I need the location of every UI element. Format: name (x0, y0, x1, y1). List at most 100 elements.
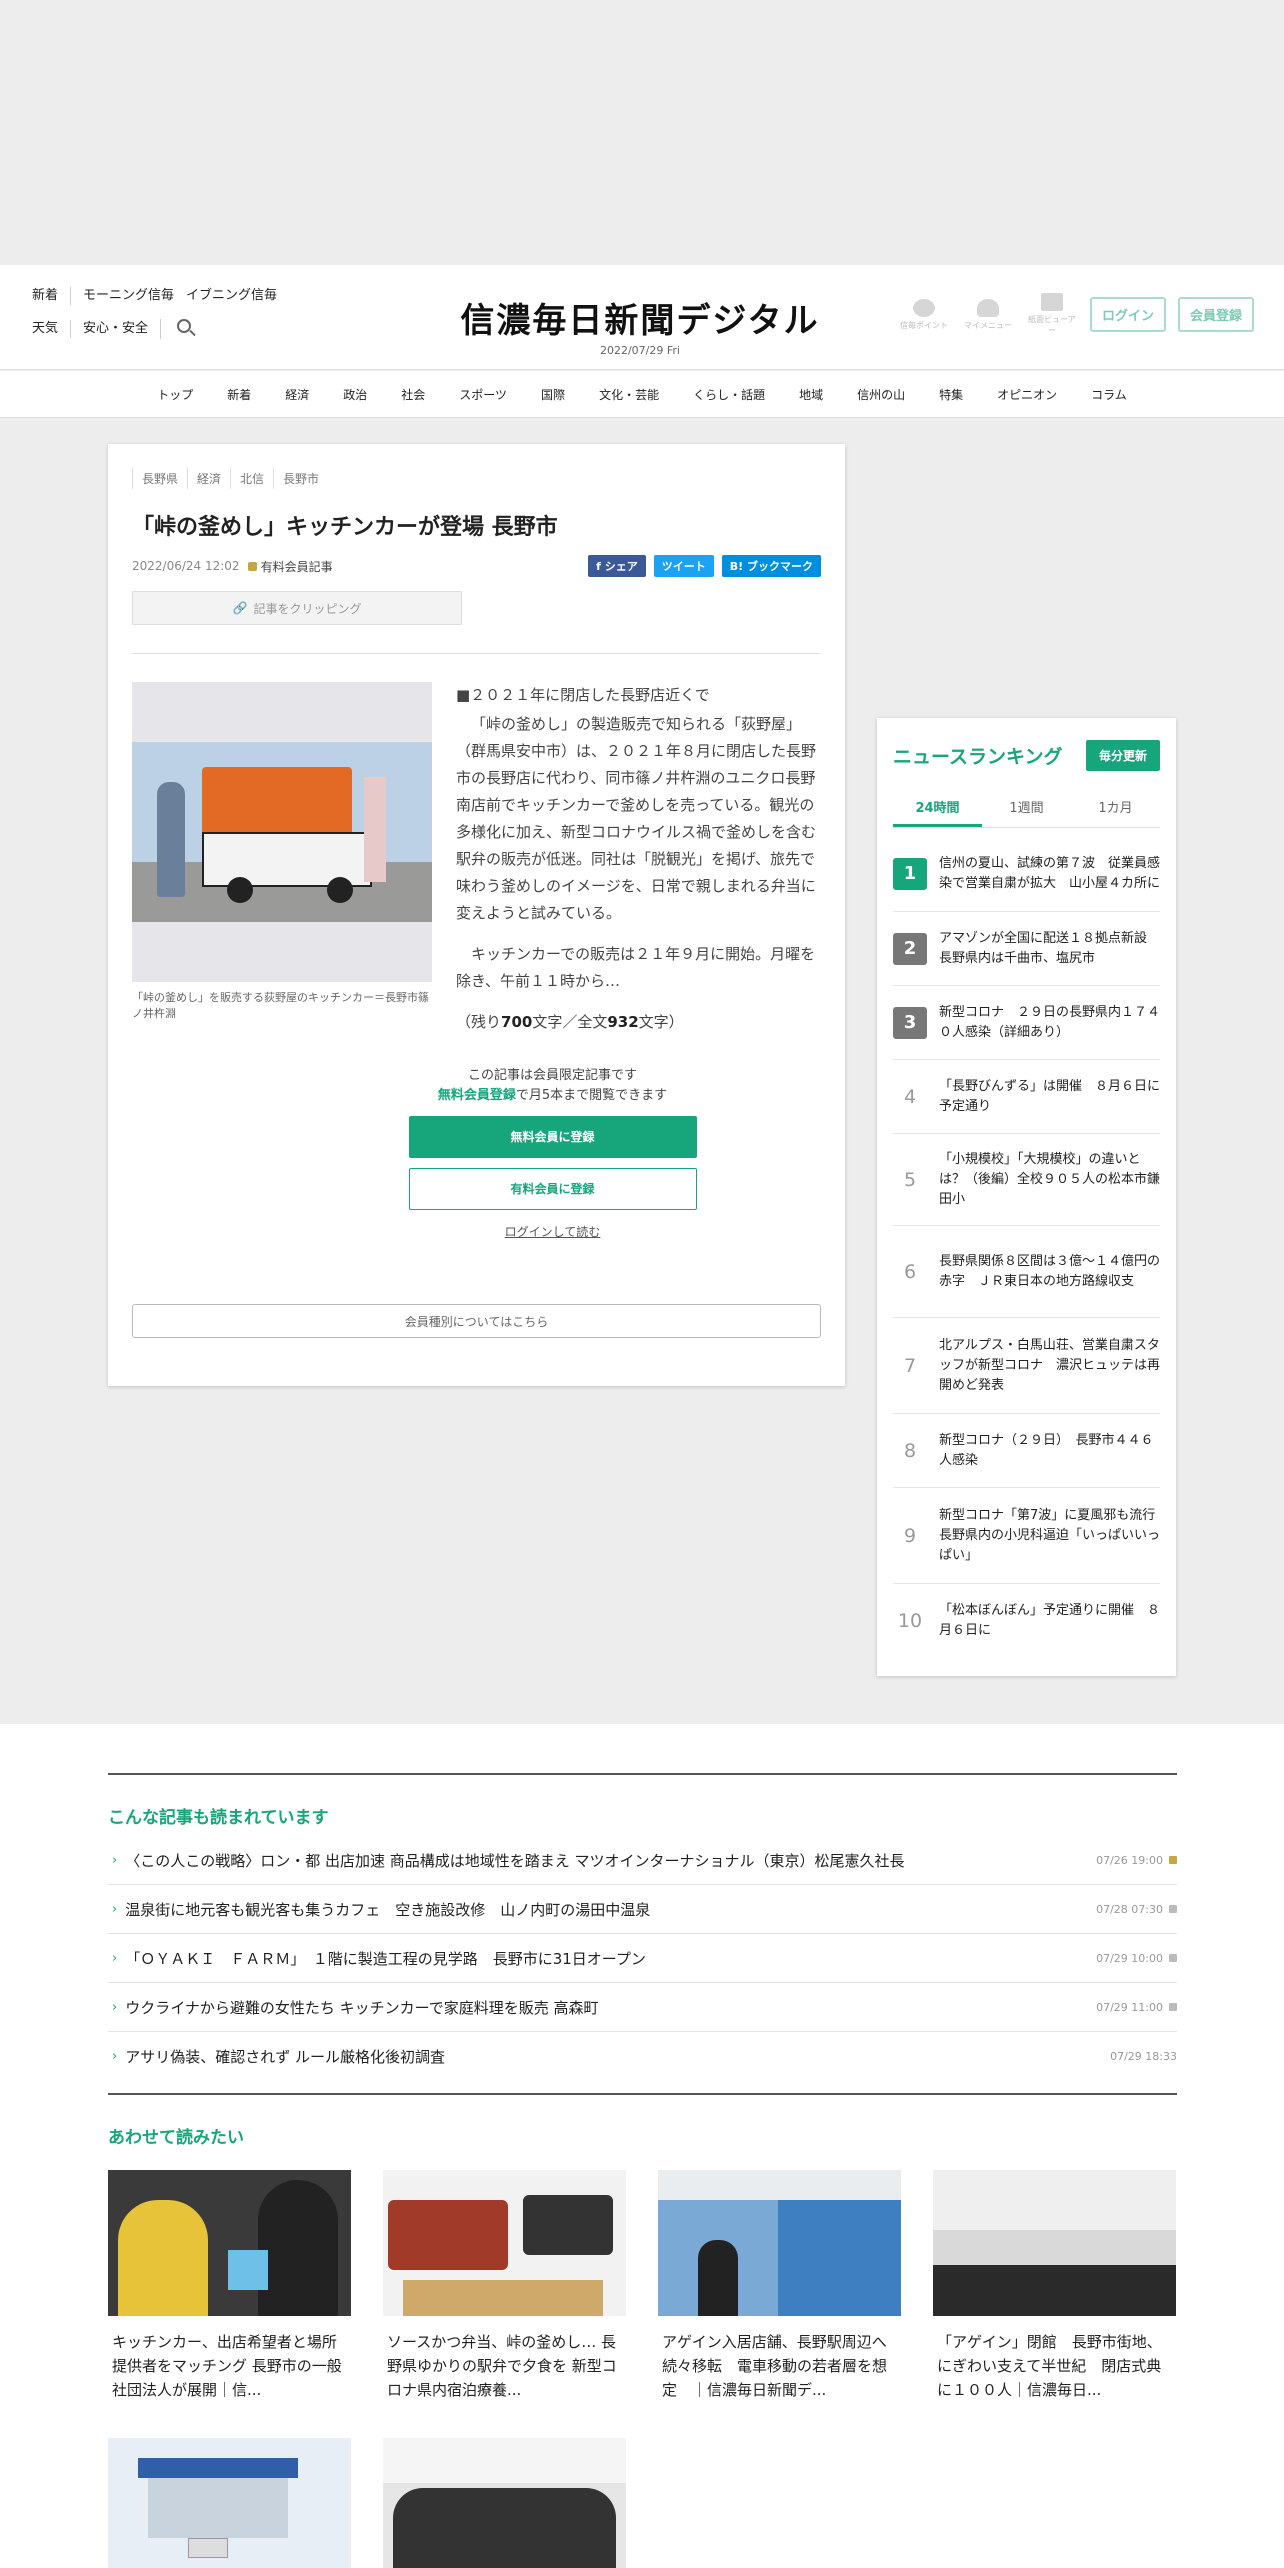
ranking-item[interactable]: 3 新型コロナ ２９日の長野県内１７４０人感染（詳細あり） (893, 986, 1160, 1060)
recommended-item[interactable]: アゲイン入居店舗、長野駅周辺へ続々移転 電車移動の若者層を想定 ｜信濃毎日新聞デ… (658, 2170, 901, 2402)
recommended-title: キッチンカー、出店希望者と場所提供者をマッチング 長野市の一般社団法人が展開｜信… (112, 2333, 342, 2399)
related-date: 07/29 11:00 (1096, 2000, 1163, 2014)
nav-international[interactable]: 国際 (524, 386, 582, 403)
recommended-title: アゲイン入居店舗、長野駅周辺へ続々移転 電車移動の若者層を想定 ｜信濃毎日新聞デ… (662, 2333, 888, 2399)
ranking-item[interactable]: 6 長野県関係８区間は３億～１４億円の赤字 ＪＲ東日本の地方路線収支 (893, 1226, 1160, 1318)
ranking-item[interactable]: 4 「長野びんずる」は開催 ８月６日に予定通り (893, 1060, 1160, 1134)
related-item[interactable]: › アサリ偽装、確認されず ルール厳格化後初調査 07/29 18:33 (108, 2032, 1177, 2081)
ranking-item[interactable]: 2 アマゾンが全国に配送１８拠点新設 長野県内は千曲市、塩尻市 (893, 912, 1160, 986)
photo-caption: 「峠の釜めし」を販売する荻野屋のキッチンカー＝長野市篠ノ井杵淵 (132, 991, 429, 1020)
ranking-item[interactable]: 1 信州の夏山、試練の第７波 従業員感染で営業自粛が拡大 山小屋４カ所に (893, 836, 1160, 912)
recommended-item[interactable]: 「アゲイン」閉館 長野市街地、にぎわい支えて半世紀 閉店式典に１００人｜信濃毎日… (933, 2170, 1176, 2402)
nav-society[interactable]: 社会 (384, 386, 442, 403)
ranking-item[interactable]: 9 新型コロナ「第7波」に夏風邪も流行 長野県内の小児科逼迫「いっぱいいっぱい」 (893, 1488, 1169, 1584)
nav-life[interactable]: くらし・話題 (676, 386, 782, 403)
link-safety[interactable]: 安心・安全 (70, 320, 160, 338)
nav-new[interactable]: 新着 (210, 386, 268, 403)
link-evening[interactable]: イブニング信毎 (186, 287, 289, 305)
link-new[interactable]: 新着 (32, 287, 70, 305)
ranking-item-title: 信州の夏山、試練の第７波 従業員感染で営業自粛が拡大 山小屋４カ所に (939, 855, 1161, 891)
nav-top[interactable]: トップ (140, 386, 210, 403)
related-item[interactable]: › 「ＯＹＡＫＩ ＦＡＲＭ」 １階に製造工程の見学路 長野市に31日オープン 07/… (108, 1934, 1177, 1983)
login-to-read-link[interactable]: ログインして読む (284, 1222, 821, 1242)
related-date: 07/29 18:33 (1110, 2050, 1177, 2063)
recommended-title: ソースかつ弁当、峠の釜めし… 長野県ゆかりの駅弁で夕食を 新型コロナ県内宿泊療養… (387, 2333, 617, 2399)
tab-24h[interactable]: 24時間 (893, 789, 982, 827)
free-register-button[interactable]: 無料会員に登録 (408, 1116, 697, 1158)
recommended-item[interactable]: キッチンカー、出店希望者と場所提供者をマッチング 長野市の一般社団法人が展開｜信… (108, 2170, 351, 2402)
photo-image[interactable] (132, 682, 432, 982)
facebook-share-button[interactable]: f シェア (588, 555, 646, 577)
tab-1month[interactable]: 1カ月 (1071, 789, 1160, 827)
viewer-button[interactable]: 紙面ビューアー (1026, 293, 1078, 336)
article-tags: 長野県 経済 北信 長野市 (132, 468, 821, 489)
ad-space (0, 0, 1284, 265)
link-morning[interactable]: モーニング信毎 (70, 287, 186, 305)
points-button[interactable]: 信毎ポイント (898, 298, 950, 331)
nav-sports[interactable]: スポーツ (442, 386, 524, 403)
search-icon (177, 319, 192, 333)
tweet-button[interactable]: ツイート (653, 555, 714, 577)
site-header: 新着 モーニング信毎 イブニング信毎 天気 安心・安全 信濃毎日新聞デジタル 2… (0, 265, 1284, 370)
ranking-item[interactable]: 8 新型コロナ（２９日） 長野市４４６人感染 (893, 1414, 1160, 1488)
ranking-title: ニュースランキング (893, 746, 1063, 768)
ranking-item[interactable]: 10 「松本ぼんぼん」予定通りに開催 ８月６日に (893, 1584, 1160, 1658)
rank-number: 7 (903, 1354, 917, 1377)
related-date: 07/28 07:30 (1096, 1902, 1163, 1916)
global-nav: トップ 新着 経済 政治 社会 スポーツ 国際 文化・芸能 くらし・話題 地域 … (0, 371, 1284, 418)
tag[interactable]: 長野県 (132, 468, 187, 489)
ranking-item-title: 新型コロナ ２９日の長野県内１７４０人感染（詳細あり） (939, 1004, 1161, 1040)
recommended-thumbnail (383, 2438, 626, 2568)
ranking-item-title: 新型コロナ「第7波」に夏風邪も流行 長野県内の小児科逼迫「いっぱいいっぱい」 (939, 1507, 1169, 1563)
tag[interactable]: 経済 (187, 468, 230, 489)
viewer-label: 紙面ビューアー (1028, 315, 1076, 335)
paywall-text: この記事は会員限定記事です (467, 1068, 637, 1083)
hatena-bookmark-button[interactable]: B! ブックマーク (721, 555, 821, 577)
site-logo[interactable]: 信濃毎日新聞デジタル 2022/07/29 Fri (460, 293, 820, 357)
register-button[interactable]: 会員登録 (1177, 297, 1254, 332)
link-weather[interactable]: 天気 (32, 320, 70, 338)
login-button[interactable]: ログイン (1089, 297, 1166, 332)
mymenu-button[interactable]: マイメニュー (962, 298, 1014, 331)
nav-culture[interactable]: 文化・芸能 (582, 386, 676, 403)
news-ranking: ニュースランキング 毎分更新 24時間 1週間 1カ月 1 信州の夏山、試練の第７… (877, 718, 1176, 1676)
recommended-item[interactable]: ソースかつ弁当、峠の釜めし… 長野県ゆかりの駅弁で夕食を 新型コロナ県内宿泊療養… (383, 2170, 626, 2402)
clip-label: 記事をクリッピング (253, 601, 362, 616)
article-paragraph: キッチンカーでの販売は２１年９月に開始。月曜を除き、午前１１時から… (456, 945, 816, 990)
related-title: 温泉街に地元客も観光客も集うカフェ 空き施設改修 山ノ内町の湯田中温泉 (125, 1900, 651, 1919)
nav-column[interactable]: コラム (1074, 386, 1144, 403)
article-title: 「峠の釜めし」キッチンカーが登場 長野市 (132, 515, 558, 540)
related-item[interactable]: › ウクライナから避難の女性たち キッチンカーで家庭料理を販売 高森町 07/29 … (108, 1983, 1177, 2032)
recommended-item[interactable] (108, 2438, 351, 2568)
nav-opinion[interactable]: オピニオン (980, 386, 1074, 403)
member-label: 有料会員記事 (260, 559, 333, 574)
related-item[interactable]: › 〈この人この戦略〉ロン・都 出店加速 商品構成は地域性を踏まえ マツオインター… (108, 1836, 1177, 1885)
article-meta: 2022/06/24 12:02 有料会員記事 f シェア ツイート B! ブッ… (132, 555, 821, 577)
tag[interactable]: 北信 (230, 468, 273, 489)
recommended-item[interactable] (383, 2438, 626, 2568)
nav-region[interactable]: 地域 (782, 386, 840, 403)
related-item[interactable]: › 温泉街に地元客も観光客も集うカフェ 空き施設改修 山ノ内町の湯田中温泉 07/2… (108, 1885, 1177, 1934)
ranking-item[interactable]: 7 北アルプス・白馬山荘、営業自粛スタッフが新型コロナ 濃沢ヒュッテは再開めど発表 (893, 1318, 1160, 1414)
recommended-thumbnail (933, 2170, 1176, 2316)
ranking-list: 1 信州の夏山、試練の第７波 従業員感染で営業自粛が拡大 山小屋４カ所に 2 アマゾ… (893, 836, 1169, 1658)
paid-register-button[interactable]: 有料会員に登録 (408, 1168, 697, 1210)
paywall-text2: で月5本まで閲覧できます (515, 1088, 668, 1103)
free-register-link[interactable]: 無料会員登録 (438, 1088, 516, 1103)
article-paragraph: 「峠の釜めし」の製造販売で知られる「荻野屋」（群馬県安中市）は、２０２１年８月に… (456, 715, 817, 922)
clip-button[interactable]: 🔗 記事をクリッピング (132, 591, 462, 625)
header-right: 信毎ポイント マイメニュー 紙面ビューアー ログイン 会員登録 (898, 293, 1254, 336)
ranking-item[interactable]: 5 「小規模校」「大規模校」の違いとは？（後編）全校９０５人の松本市鎌田小 (893, 1134, 1160, 1226)
nav-mountain[interactable]: 信州の山 (840, 386, 922, 403)
nav-feature[interactable]: 特集 (922, 386, 980, 403)
rank-number: 6 (903, 1260, 917, 1283)
member-types-button[interactable]: 会員種別についてはこちら (132, 1304, 821, 1338)
tab-1week[interactable]: 1週間 (982, 789, 1071, 827)
ranking-item-title: 新型コロナ（２９日） 長野市４４６人感染 (939, 1432, 1154, 1468)
nav-politics[interactable]: 政治 (326, 386, 384, 403)
nav-economy[interactable]: 経済 (268, 386, 326, 403)
rank-number: 4 (903, 1085, 917, 1108)
tag[interactable]: 長野市 (273, 468, 328, 489)
search-button[interactable] (160, 319, 203, 339)
recommended-title: 「アゲイン」閉館 長野市街地、にぎわい支えて半世紀 閉店式典に１００人｜信濃毎日… (937, 2333, 1162, 2399)
